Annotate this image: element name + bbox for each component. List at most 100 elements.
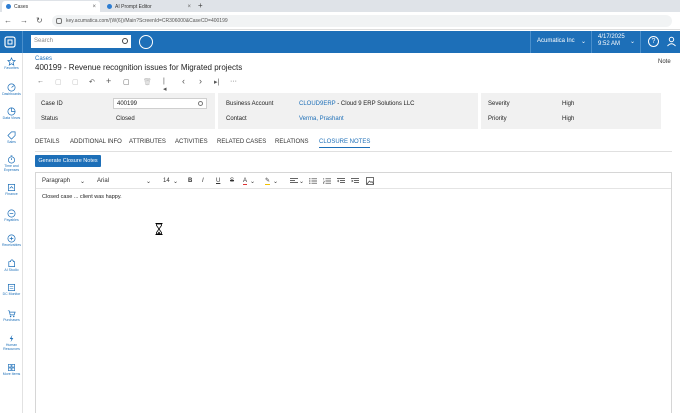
chevron-down-icon[interactable]: ⌄ xyxy=(273,178,278,185)
undo-button[interactable]: ↶ xyxy=(89,78,95,86)
numbered-list-icon[interactable] xyxy=(323,178,331,184)
underline-button[interactable]: U xyxy=(216,178,220,184)
data-views-icon xyxy=(7,107,16,116)
sidebar-item-receivables[interactable]: Receivables xyxy=(0,234,23,247)
bolt-icon xyxy=(9,334,14,343)
tab-relations[interactable]: RELATIONS xyxy=(275,139,309,145)
browser-tab-ai-prompt-editor[interactable]: AI Prompt Editor × xyxy=(103,1,195,12)
paragraph-style-dropdown[interactable]: Paragraph xyxy=(42,178,70,184)
chevron-down-icon[interactable]: ⌄ xyxy=(630,38,635,45)
font-size-dropdown[interactable]: 14 xyxy=(163,178,170,184)
chevron-down-icon[interactable]: ⌄ xyxy=(146,178,151,185)
tenant-selector[interactable]: Acumatica Inc xyxy=(537,38,575,44)
sidebar-item-ai-studio[interactable]: AI Studio xyxy=(0,259,23,272)
help-icon[interactable]: ? xyxy=(648,36,659,47)
indent-icon[interactable] xyxy=(351,178,359,184)
generate-closure-notes-button[interactable]: Generate Closure Notes xyxy=(35,155,101,167)
save-button[interactable]: ▢ xyxy=(55,78,62,86)
header-divider xyxy=(22,31,23,53)
header-divider xyxy=(640,31,641,53)
sidebar-item-time-and-expenses[interactable]: Time and Expenses xyxy=(0,155,23,172)
status-value: Closed xyxy=(116,116,135,122)
business-date-selector[interactable]: 4/17/2025 9:52 AM xyxy=(598,34,625,48)
back-icon[interactable]: ← xyxy=(4,16,12,25)
clipboard-button[interactable]: ▢ xyxy=(123,78,130,86)
summary-panel-right xyxy=(481,93,661,129)
sidebar-item-data-views[interactable]: Data Views xyxy=(0,107,23,120)
breadcrumb[interactable]: Cases xyxy=(35,56,52,62)
global-search-input[interactable]: Search xyxy=(31,35,131,48)
contact-link[interactable]: Verma, Prashant xyxy=(299,116,344,122)
next-record-button[interactable]: › xyxy=(199,76,202,86)
main-menu-icon[interactable] xyxy=(3,35,17,49)
sidebar-item-dashboards[interactable]: Dashboards xyxy=(0,83,23,96)
tab-additional-info[interactable]: ADDITIONAL INFO xyxy=(70,139,122,145)
add-button[interactable]: + xyxy=(106,76,111,86)
closure-notes-text[interactable]: Closed case ... client was happy. xyxy=(42,194,122,200)
header-divider xyxy=(530,31,531,53)
user-icon[interactable] xyxy=(666,36,677,47)
more-actions-button[interactable]: ··· xyxy=(230,78,237,85)
sidebar-item-purchases[interactable]: Purchases xyxy=(0,309,23,322)
sidebar-item-sales[interactable]: Sales xyxy=(0,131,23,144)
puzzle-icon xyxy=(8,259,16,268)
last-record-button[interactable]: ▸| xyxy=(214,78,219,86)
cart-icon xyxy=(7,310,16,318)
bold-button[interactable]: B xyxy=(188,178,192,184)
sidebar-item-favorites[interactable]: Favorites xyxy=(0,57,23,70)
chevron-down-icon[interactable]: ⌄ xyxy=(581,38,586,45)
back-button[interactable]: ← xyxy=(37,78,44,85)
chevron-down-icon[interactable]: ⌄ xyxy=(250,178,255,185)
browser-tab-bar: Cases × AI Prompt Editor × + xyxy=(0,0,680,12)
font-family-dropdown[interactable]: Arial xyxy=(97,178,109,184)
business-account-value: CLOUD9ERP - Cloud 9 ERP Solutions LLC xyxy=(299,101,415,107)
status-label: Status xyxy=(41,116,59,122)
search-icon[interactable] xyxy=(198,101,203,106)
finance-icon xyxy=(7,183,16,192)
save-close-button[interactable]: ▢ xyxy=(72,78,79,86)
business-account-link[interactable]: CLOUD9ERP xyxy=(299,101,336,107)
font-color-button[interactable]: A xyxy=(243,178,248,185)
sidebar-item-human-resources[interactable]: Human Resources xyxy=(0,334,23,351)
history-icon[interactable] xyxy=(139,35,153,49)
bullet-list-icon[interactable] xyxy=(309,178,317,184)
editor-toolbar: Paragraph ⌄ Arial ⌄ 14 ⌄ B I U S A ⌄ ✎ ⌄… xyxy=(36,173,671,189)
first-record-button[interactable]: |◂ xyxy=(163,78,167,93)
site-info-icon[interactable] xyxy=(56,18,62,24)
search-icon xyxy=(122,38,128,44)
italic-button[interactable]: I xyxy=(202,178,204,184)
chevron-down-icon[interactable]: ⌄ xyxy=(80,178,85,185)
tab-activities[interactable]: ACTIVITIES xyxy=(175,139,208,145)
sidebar-item-finance[interactable]: Finance xyxy=(0,183,23,196)
tab-closure-notes[interactable]: CLOSURE NOTES xyxy=(319,139,371,148)
summary-panel-middle xyxy=(218,93,478,129)
close-tab-icon[interactable]: × xyxy=(92,4,96,10)
forward-icon[interactable]: → xyxy=(20,16,28,25)
sidebar-item-payables[interactable]: Payables xyxy=(0,209,23,222)
new-tab-button[interactable]: + xyxy=(198,1,203,10)
image-icon[interactable] xyxy=(366,177,374,185)
url-field[interactable]: key.acumatica.com/(W(6))/Main?ScreenId=C… xyxy=(52,15,672,27)
address-bar: ← → ↻ key.acumatica.com/(W(6))/Main?Scre… xyxy=(0,12,680,30)
chevron-down-icon[interactable]: ⌄ xyxy=(173,178,178,185)
tab-details[interactable]: DETAILS xyxy=(35,139,60,145)
tab-attributes[interactable]: ATTRIBUTES xyxy=(129,139,166,145)
delete-button[interactable]: 🗑 xyxy=(143,78,152,86)
chevron-down-icon[interactable]: ⌄ xyxy=(299,178,304,185)
highlight-button[interactable]: ✎ xyxy=(265,178,271,185)
closure-notes-editor[interactable]: Paragraph ⌄ Arial ⌄ 14 ⌄ B I U S A ⌄ ✎ ⌄… xyxy=(35,172,672,413)
align-icon[interactable] xyxy=(290,178,298,184)
strikethrough-button[interactable]: S xyxy=(230,178,234,184)
business-account-label: Business Account xyxy=(226,101,274,107)
outdent-icon[interactable] xyxy=(337,178,345,184)
notes-link[interactable]: Note xyxy=(658,59,671,65)
close-tab-icon[interactable]: × xyxy=(187,4,191,10)
sidebar-item-more-items[interactable]: More Items xyxy=(0,363,23,376)
case-id-field[interactable]: 400199 xyxy=(113,98,207,109)
sidebar-item-dc-monitor[interactable]: DC Monitor xyxy=(0,283,23,296)
reload-icon[interactable]: ↻ xyxy=(36,16,43,25)
app-window: Cases × AI Prompt Editor × + ← → ↻ key.a… xyxy=(0,0,680,413)
previous-record-button[interactable]: ‹ xyxy=(182,76,185,86)
browser-tab-cases[interactable]: Cases × xyxy=(2,1,100,12)
tab-related-cases[interactable]: RELATED CASES xyxy=(217,139,266,145)
